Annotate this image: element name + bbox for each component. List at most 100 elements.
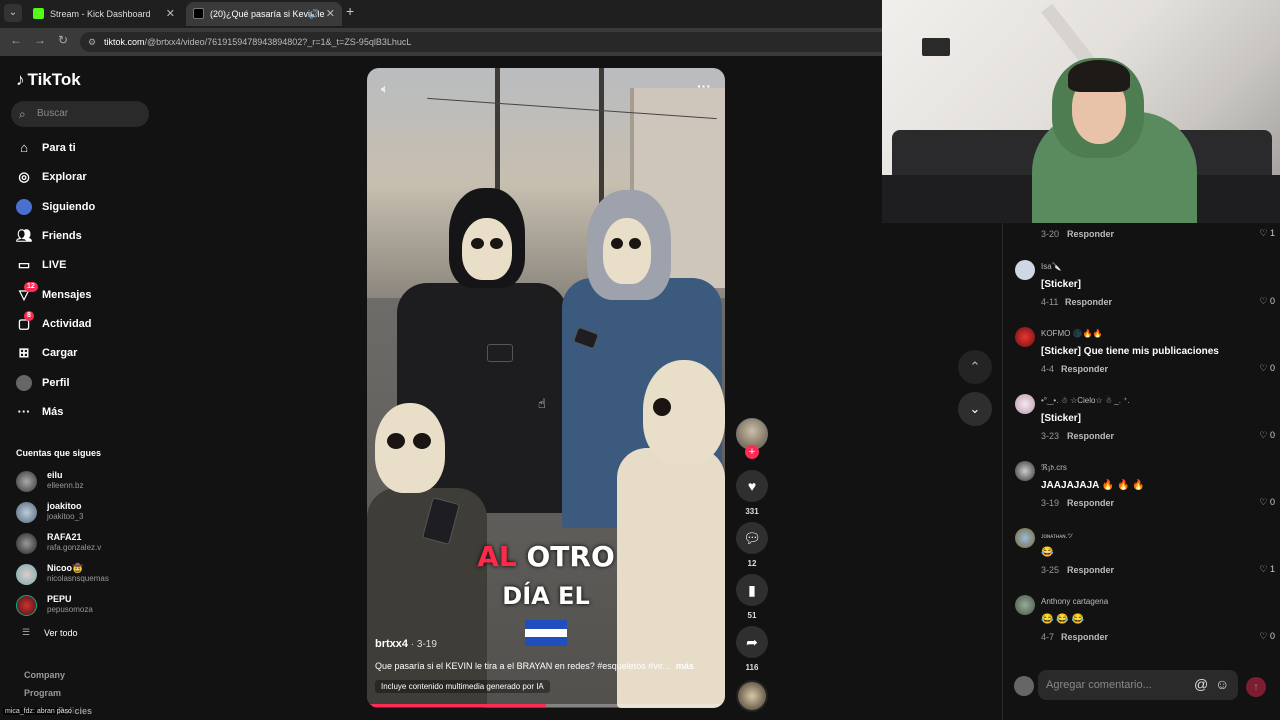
comment-date: 4-7 bbox=[1041, 632, 1055, 642]
reply-link[interactable]: Responder bbox=[1065, 297, 1112, 307]
reply-link[interactable]: Responder bbox=[1067, 229, 1114, 239]
reload-icon[interactable]: ↻ bbox=[58, 33, 68, 47]
comment-user[interactable]: •°‿•. ☃ ☆Cielo☆ ☃ _. ⁺. bbox=[1041, 396, 1130, 405]
tab-search-button[interactable]: ⌄ bbox=[4, 4, 22, 22]
video-author[interactable]: brtxx4 · 3-19 bbox=[375, 638, 437, 650]
menu-item-mensajes[interactable]: ▽ 12 Mensajes bbox=[16, 282, 92, 306]
video-caption: Que pasaría si el KEVIN le tira a el BRA… bbox=[375, 661, 694, 671]
footer-link-company[interactable]: Company bbox=[24, 670, 65, 680]
caption-more-link[interactable]: más bbox=[676, 661, 694, 671]
bookmark-icon[interactable]: ▮ bbox=[736, 574, 768, 606]
video-date: · 3-19 bbox=[408, 639, 437, 650]
tiktok-logo[interactable]: ♪ TikTok bbox=[16, 70, 81, 90]
tab-kick-dashboard[interactable]: Stream - Kick Dashboard ✕ bbox=[26, 2, 182, 26]
menu-item-explorar[interactable]: ◎ Explorar bbox=[16, 166, 86, 188]
reply-link[interactable]: Responder bbox=[1061, 364, 1108, 374]
like-heart-icon[interactable]: ♥ bbox=[736, 470, 768, 502]
send-arrow-icon[interactable]: ↑ bbox=[1246, 677, 1266, 697]
comment-user[interactable]: ᴊᴏɴᴀᴛʜᴀɴ.ツ bbox=[1041, 531, 1073, 540]
comment-like[interactable]: ♡ 0 bbox=[1259, 296, 1275, 307]
follow-plus-icon[interactable]: + bbox=[745, 445, 759, 459]
comment-like[interactable]: ♡ 0 bbox=[1259, 631, 1275, 642]
avatar bbox=[16, 595, 37, 616]
account-handle: pepusomoza bbox=[47, 605, 93, 614]
following-account[interactable]: joakitoo joakitoo_3 bbox=[16, 499, 146, 527]
video-player[interactable]: 🔈︎ ··· AL OTRO DÍA EL brtxx4 · 3-19 Que … bbox=[367, 68, 725, 708]
account-name: Nicoo🤠 bbox=[47, 563, 84, 573]
menu-item-para-ti[interactable]: ⌂ Para ti bbox=[16, 137, 76, 159]
reply-link[interactable]: Responder bbox=[1067, 498, 1114, 508]
avatar[interactable] bbox=[1015, 394, 1035, 414]
volume-icon[interactable]: 🔈︎ bbox=[381, 81, 389, 97]
comment-icon[interactable]: 💬︎ bbox=[736, 522, 768, 554]
menu-item-cargar[interactable]: ⊞ Cargar bbox=[16, 342, 78, 364]
avatar[interactable] bbox=[1015, 595, 1035, 615]
comment-user[interactable]: Isa🔪 bbox=[1041, 262, 1062, 271]
kick-favicon-icon bbox=[33, 8, 44, 19]
more-icon: ··· bbox=[17, 404, 31, 419]
menu-item-siguiendo[interactable]: Siguiendo bbox=[16, 196, 95, 218]
reply-link[interactable]: Responder bbox=[1061, 632, 1108, 642]
avatar[interactable] bbox=[1015, 528, 1035, 548]
site-info-icon[interactable]: ⚙ bbox=[88, 32, 96, 52]
comment-like[interactable]: ♡ 0 bbox=[1259, 430, 1275, 441]
menu-item-actividad[interactable]: ▢ 8 Actividad bbox=[16, 311, 92, 335]
mention-icon[interactable]: @ bbox=[1194, 676, 1208, 692]
url-input[interactable]: ⚙ tiktok.com/@brtxx4/video/7619159478943… bbox=[80, 32, 882, 52]
close-tab-icon[interactable]: ✕ bbox=[166, 2, 175, 26]
list-icon: ☰ bbox=[22, 627, 31, 637]
following-account[interactable]: eilu elleenn.bz bbox=[16, 468, 146, 496]
video-progress-bar[interactable] bbox=[367, 704, 725, 707]
reply-link[interactable]: Responder bbox=[1067, 431, 1114, 441]
forward-arrow-icon[interactable]: → bbox=[34, 33, 46, 47]
more-options-icon[interactable]: ··· bbox=[697, 78, 711, 94]
comment-user[interactable]: ℜ𝔷𝔡.crs bbox=[1041, 463, 1067, 473]
music-disc-icon[interactable] bbox=[736, 680, 768, 712]
comment-date: 3-20 bbox=[1041, 229, 1060, 239]
search-input[interactable]: ⌕ Buscar bbox=[11, 101, 149, 127]
following-avatar-icon bbox=[16, 199, 32, 215]
menu-item-perfil[interactable]: Perfil bbox=[16, 372, 70, 394]
comment-text: [Sticker] bbox=[1041, 279, 1082, 290]
comment-like[interactable]: ♡ 0 bbox=[1259, 497, 1275, 508]
avatar[interactable] bbox=[1015, 327, 1035, 347]
menu-item-mas[interactable]: ··· Más bbox=[16, 401, 64, 423]
avatar bbox=[16, 502, 37, 523]
comment-user[interactable]: KOFMO 🌑🔥🔥 bbox=[1041, 329, 1102, 338]
account-handle: nicolasnsquemas bbox=[47, 574, 109, 583]
ai-content-label: Incluye contenido multimedia generado po… bbox=[375, 680, 550, 693]
see-all-link[interactable]: ☰ Ver todo bbox=[22, 627, 78, 638]
menu-item-friends[interactable]: 👥︎ Friends bbox=[16, 225, 82, 247]
browser-tab-bar: ⌄ Stream - Kick Dashboard ✕ (20)¿Qué pas… bbox=[0, 0, 882, 28]
following-section-title: Cuentas que sigues bbox=[16, 448, 102, 458]
emoji-icon[interactable]: ☺ bbox=[1215, 676, 1229, 692]
avatar[interactable] bbox=[1015, 461, 1035, 481]
new-tab-button[interactable]: + bbox=[346, 3, 354, 19]
menu-item-live[interactable]: ▭ LIVE bbox=[16, 254, 67, 276]
back-arrow-icon[interactable]: ← bbox=[10, 33, 22, 47]
save-count: 51 bbox=[747, 611, 757, 620]
comment-date: 3-25 bbox=[1041, 565, 1060, 575]
tab-tiktok-video[interactable]: (20)¿Qué pasaría si Kevin le 🔊 ✕ bbox=[186, 2, 342, 26]
account-name: PEPU bbox=[47, 594, 72, 604]
comment-user[interactable]: Anthony cartagena bbox=[1041, 597, 1108, 606]
comment-text: JAAJAJAJA 🔥 🔥 🔥 bbox=[1041, 480, 1145, 491]
avatar bbox=[16, 533, 37, 554]
comment-date: 4-11 bbox=[1041, 297, 1059, 307]
reply-link[interactable]: Responder bbox=[1067, 565, 1114, 575]
comment-like[interactable]: ♡ 0 bbox=[1259, 363, 1275, 374]
webcam-overlay bbox=[882, 0, 1280, 223]
share-arrow-icon[interactable]: ➦ bbox=[736, 626, 768, 658]
following-account[interactable]: Nicoo🤠 nicolasnsquemas bbox=[16, 561, 146, 589]
tab-audio-icon[interactable]: 🔊 bbox=[309, 2, 320, 26]
avatar[interactable] bbox=[1015, 260, 1035, 280]
next-video-button[interactable]: ⌄ bbox=[958, 392, 992, 426]
following-account[interactable]: RAFA21 rafa.gonzalez.v bbox=[16, 530, 146, 558]
comment-date: 3-19 bbox=[1041, 498, 1060, 508]
close-tab-icon[interactable]: ✕ bbox=[326, 2, 335, 26]
comment-like[interactable]: ♡ 1 bbox=[1259, 564, 1275, 575]
footer-link-program[interactable]: Program bbox=[24, 688, 61, 698]
following-account[interactable]: PEPU pepusomoza bbox=[16, 592, 146, 620]
comment-like[interactable]: ♡ 1 bbox=[1259, 228, 1275, 239]
previous-video-button[interactable]: ⌃ bbox=[958, 350, 992, 384]
